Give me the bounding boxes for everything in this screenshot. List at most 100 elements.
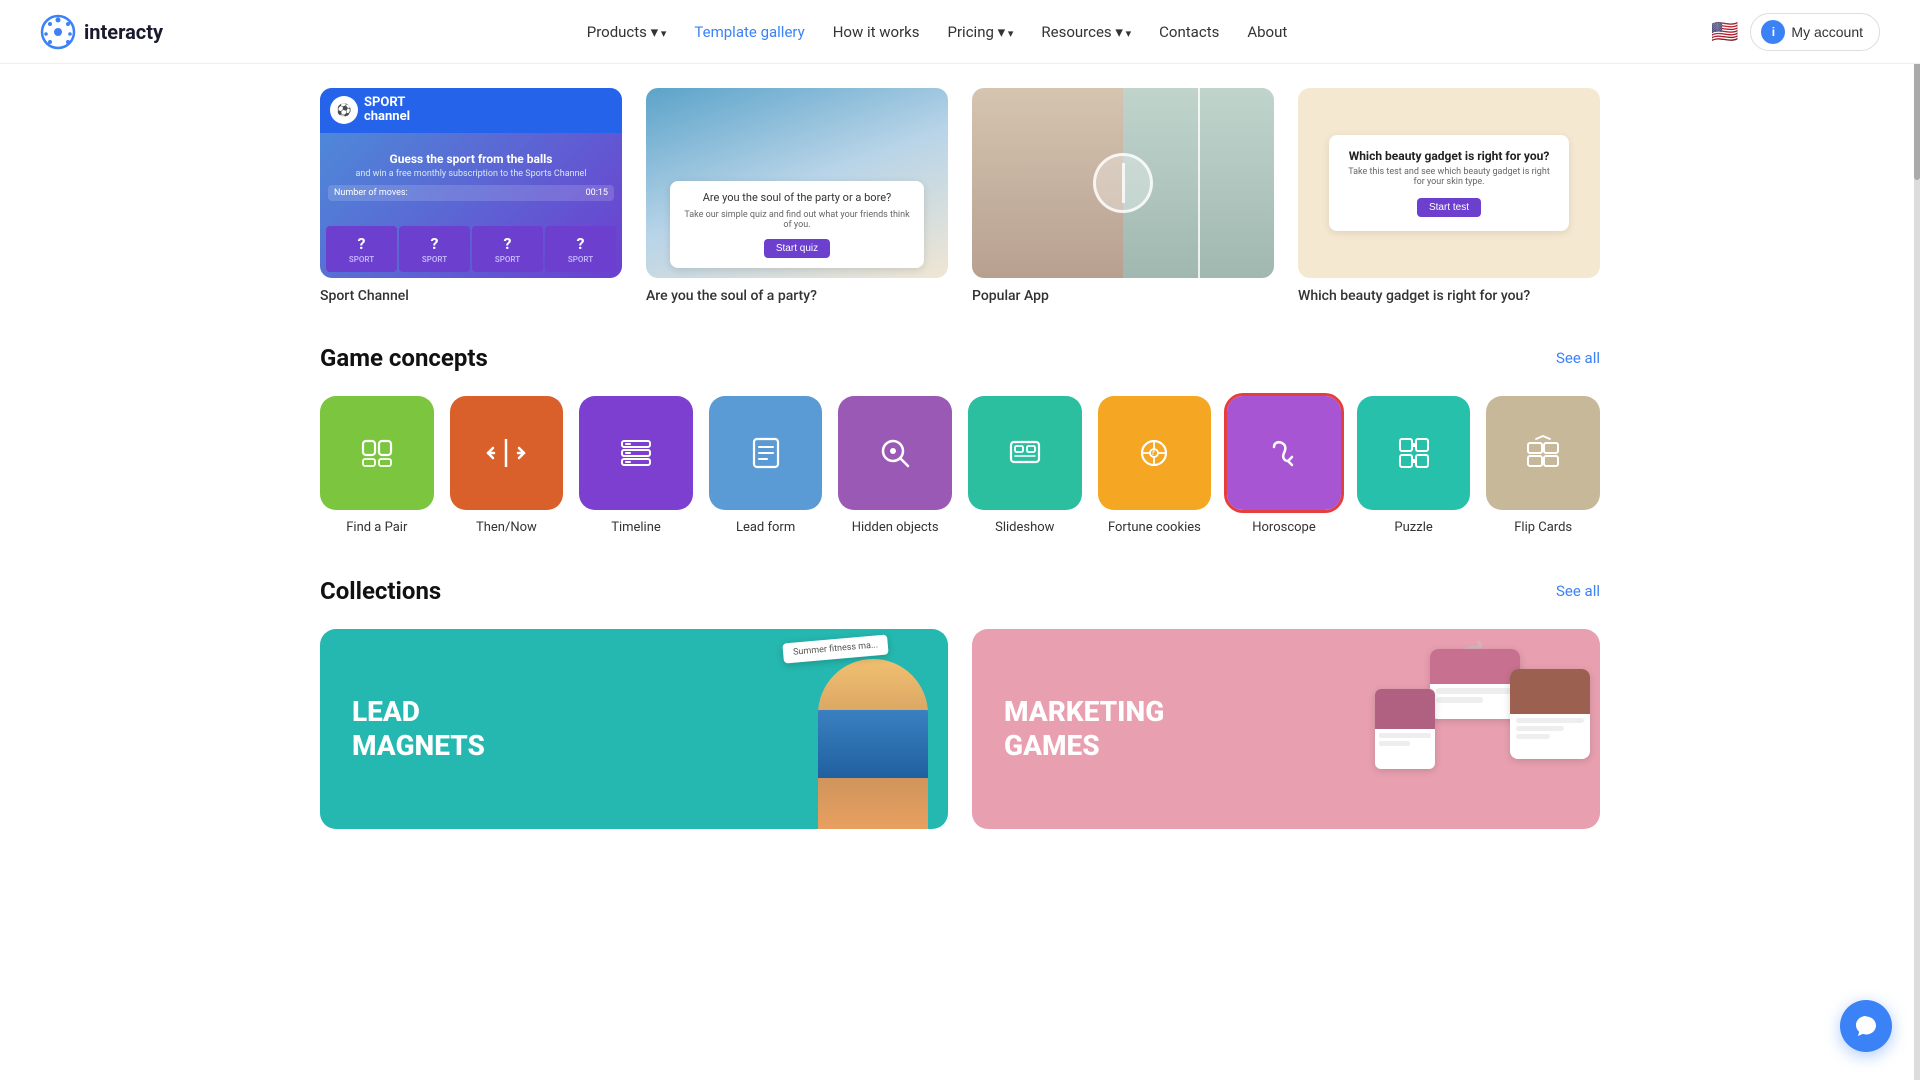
nav-products[interactable]: Products ▾ [587, 23, 667, 41]
sport-logo-text: SPORTchannel [364, 96, 410, 125]
concept-hidden-objects[interactable]: Hidden objects [838, 396, 952, 537]
slideshow-svg [1005, 433, 1045, 473]
party-sub: Take our simple quiz and find out what y… [684, 210, 910, 230]
lead-form-svg [746, 433, 786, 473]
game-concepts-header: Game concepts See all [320, 344, 1600, 372]
sport-sub-text: and win a free monthly subscription to t… [355, 169, 586, 179]
game-concepts-title: Game concepts [320, 344, 488, 372]
sport-time: 00:15 [586, 188, 608, 198]
featured-card-app[interactable]: Popular App [972, 88, 1274, 304]
sport-tile-1: ?SPORT [326, 226, 397, 272]
concept-find-a-pair[interactable]: Find a Pair [320, 396, 434, 537]
chat-button[interactable] [1840, 1000, 1892, 1052]
fitness-shirt [818, 710, 928, 778]
language-flag[interactable]: 🇺🇸 [1711, 19, 1738, 45]
sport-tile-4: ?SPORT [545, 226, 616, 272]
nav-how-it-works[interactable]: How it works [833, 23, 920, 41]
concept-lead-form[interactable]: Lead form [709, 396, 823, 537]
fortune-cookies-icon: ? [1098, 396, 1212, 510]
beauty-sub: Take this test and see which beauty gadg… [1343, 167, 1555, 187]
sport-moves-label: Number of moves: [334, 188, 408, 198]
concept-then-now[interactable]: Then/Now [450, 396, 564, 537]
sport-tiles: ?SPORT ?SPORT ?SPORT ?SPORT [320, 220, 622, 278]
lead-form-label: Lead form [736, 520, 795, 537]
app-face-overlay [972, 88, 1274, 278]
mc2-line3 [1516, 734, 1550, 739]
party-question: Are you the soul of the party or a bore? [684, 191, 910, 204]
sport-middle: Guess the sport from the balls and win a… [320, 133, 622, 220]
featured-card-beauty[interactable]: Which beauty gadget is right for you? Ta… [1298, 88, 1600, 304]
party-card-label: Are you the soul of a party? [646, 288, 948, 304]
sport-thumb: ⚽ SPORTchannel Guess the sport from the … [320, 88, 622, 278]
app-split-line [1122, 163, 1125, 203]
scroll-indicator [1914, 0, 1920, 1080]
nav-about[interactable]: About [1247, 23, 1287, 41]
concept-fortune-cookies[interactable]: ? Fortune cookies [1098, 396, 1212, 537]
mc3-line2 [1379, 741, 1410, 746]
marketing-games-deco: ☕ [1196, 629, 1600, 829]
slideshow-icon [968, 396, 1082, 510]
account-button[interactable]: i My account [1750, 13, 1880, 51]
nav-resources[interactable]: Resources ▾ [1041, 23, 1131, 41]
nav-template-gallery[interactable]: Template gallery [694, 23, 804, 41]
navigation: interacty Products ▾ Template gallery Ho… [0, 0, 1920, 64]
collections-title: Collections [320, 577, 441, 605]
concept-horoscope[interactable]: Horoscope [1227, 396, 1341, 537]
marketing-card-2 [1510, 669, 1590, 759]
then-now-icon [450, 396, 564, 510]
puzzle-icon [1357, 396, 1471, 510]
sport-moves: Number of moves: 00:15 [328, 185, 614, 201]
collection-marketing-games[interactable]: MARKETINGGAMES ☕ [972, 629, 1600, 829]
concept-flip-cards[interactable]: Flip Cards [1486, 396, 1600, 537]
party-bg: Are you the soul of the party or a bore?… [646, 88, 948, 278]
chat-icon [1854, 1014, 1878, 1038]
beauty-card-label: Which beauty gadget is right for you? [1298, 288, 1600, 304]
party-start-btn[interactable]: Start quiz [764, 239, 830, 258]
concept-puzzle[interactable]: Puzzle [1357, 396, 1471, 537]
scroll-thumb [1914, 60, 1920, 180]
mc2-line1 [1516, 718, 1584, 723]
slideshow-label: Slideshow [995, 520, 1054, 537]
concept-timeline[interactable]: Timeline [579, 396, 693, 537]
lead-magnets-deco: Summer fitness ma... [634, 629, 948, 829]
app-thumb [972, 88, 1274, 278]
sport-guess-text: Guess the sport from the balls [390, 152, 553, 166]
timeline-svg [616, 433, 656, 473]
concept-slideshow[interactable]: Slideshow [968, 396, 1082, 537]
beauty-start-btn[interactable]: Start test [1417, 198, 1481, 217]
featured-row: ⚽ SPORTchannel Guess the sport from the … [320, 64, 1600, 336]
nav-contacts[interactable]: Contacts [1159, 23, 1219, 41]
logo[interactable]: interacty [40, 14, 163, 50]
puzzle-label: Puzzle [1394, 520, 1432, 537]
lead-magnets-title: LEADMAGNETS [320, 695, 517, 762]
featured-card-party[interactable]: Are you the soul of the party or a bore?… [646, 88, 948, 304]
sport-logo-icon: ⚽ [330, 96, 358, 124]
svg-text:?: ? [1151, 448, 1155, 457]
game-concepts-see-all[interactable]: See all [1556, 349, 1600, 367]
flip-cards-svg [1523, 433, 1563, 473]
hidden-objects-svg [875, 433, 915, 473]
collections-see-all[interactable]: See all [1556, 582, 1600, 600]
concepts-grid: Find a Pair Then/Now [320, 396, 1600, 537]
mc3-line [1379, 733, 1431, 738]
mc1-line1 [1436, 688, 1514, 694]
marketing-card-1 [1430, 649, 1520, 719]
party-thumb: Are you the soul of the party or a bore?… [646, 88, 948, 278]
page-content: ⚽ SPORTchannel Guess the sport from the … [280, 64, 1640, 889]
beauty-thumb: Which beauty gadget is right for you? Ta… [1298, 88, 1600, 278]
lead-form-icon [709, 396, 823, 510]
find-a-pair-icon [320, 396, 434, 510]
sport-tile-3: ?SPORT [472, 226, 543, 272]
collection-lead-magnets[interactable]: LEADMAGNETS Summer fitness ma... [320, 629, 948, 829]
beauty-title: Which beauty gadget is right for you? [1343, 149, 1555, 163]
mc1-top [1430, 649, 1520, 684]
puzzle-svg [1394, 433, 1434, 473]
beauty-inner: Which beauty gadget is right for you? Ta… [1329, 135, 1569, 231]
featured-card-sport[interactable]: ⚽ SPORTchannel Guess the sport from the … [320, 88, 622, 304]
sport-card-label: Sport Channel [320, 288, 622, 304]
fitness-person [818, 659, 928, 829]
party-card-inner: Are you the soul of the party or a bore?… [670, 181, 924, 268]
nav-pricing[interactable]: Pricing ▾ [948, 23, 1014, 41]
sport-logo: ⚽ SPORTchannel [330, 96, 612, 125]
hidden-objects-label: Hidden objects [852, 520, 939, 537]
